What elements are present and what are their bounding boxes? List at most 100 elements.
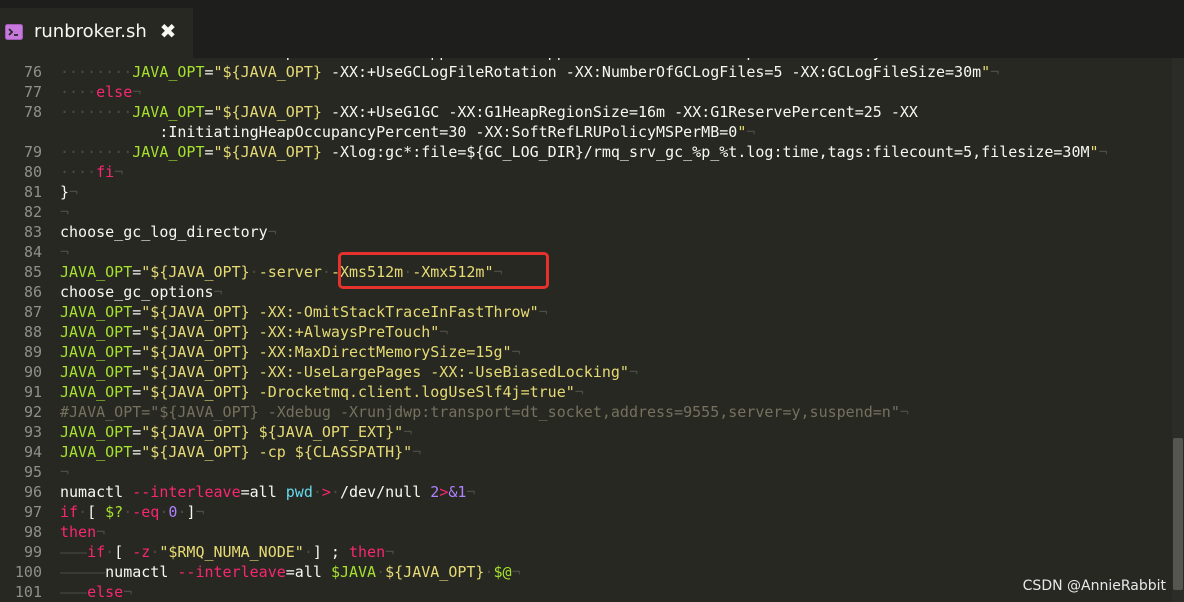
code-token: " (737, 123, 747, 141)
code-token: = (132, 383, 142, 401)
code-token: · (321, 263, 331, 281)
close-icon[interactable]: ✖ (158, 20, 178, 42)
code-token: · (150, 543, 160, 561)
code-text: ———if·[ -z·"$RMQ_NUMA_NODE"·] ; then¬ (60, 542, 394, 562)
code-token: "${JAVA_OPT} -XX:MaxDirectMemorySize=15g… (141, 343, 512, 361)
code-token: ¬ (899, 403, 909, 421)
line-number: 98 (23, 523, 42, 541)
code-token: "${JAVA_OPT} -XX:-OmitStackTraceInFastTh… (141, 303, 539, 321)
code-token: · (249, 263, 259, 281)
code-text: JAVA_OPT="${JAVA_OPT} ${JAVA_OPT_EXT}"¬ (60, 422, 412, 442)
scrollbar-thumb[interactable] (1173, 438, 1183, 590)
code-token: "${JAVA_OPT} (213, 63, 331, 81)
code-line: 87 JAVA_OPT="${JAVA_OPT} -XX:-OmitStackTr… (0, 302, 1172, 322)
code-token: · (78, 503, 88, 521)
code-token: ¬ (60, 463, 70, 481)
line-number: 78 (23, 103, 42, 121)
code-token: } (60, 183, 70, 201)
code-line: 86 choose_gc_options¬ (0, 282, 1172, 302)
code-token: "${JAVA_OPT} (213, 103, 331, 121)
code-token: ···· (60, 83, 97, 101)
code-token: · (330, 483, 340, 501)
code-token: "${JAVA_OPT} ${JAVA_OPT_EXT}" (141, 423, 404, 441)
code-text: ········JAVA_OPT="${JAVA_OPT} -XX:+UseG1… (60, 102, 918, 122)
code-line: 78 ········JAVA_OPT="${JAVA_OPT} -XX:+Use… (0, 102, 1172, 122)
line-number: 94 (23, 443, 42, 461)
code-token: " (1089, 143, 1099, 161)
tab-runbroker[interactable]: runbroker.sh ✖ (0, 8, 193, 58)
code-token: ¬ (511, 563, 521, 581)
code-token: ——— (60, 543, 88, 561)
code-token: ¬ (114, 163, 124, 181)
code-line: 95 ¬ (0, 462, 1172, 482)
code-text: choose_gc_options¬ (60, 282, 223, 302)
line-number: 91 (23, 383, 42, 401)
code-line: 99 ———if·[ -z·"$RMQ_NUMA_NODE"·] ; then¬ (0, 542, 1172, 562)
code-token: ¬ (538, 303, 548, 321)
code-token: = (204, 143, 214, 161)
code-token: choose_gc_options (60, 283, 214, 301)
code-token: = (132, 423, 142, 441)
code-token: "${JAVA_OPT} -XX:-UseLargePages -XX:-Use… (141, 363, 629, 381)
terminal-icon (5, 24, 23, 40)
code-token: 2 (430, 483, 440, 501)
code-token: ¬ (60, 203, 70, 221)
code-token: ¬ (990, 63, 1000, 81)
vertical-scrollbar[interactable] (1172, 58, 1184, 602)
code-line: 98 then¬ (0, 522, 1172, 542)
code-token: ···· (60, 58, 96, 61)
code-token: JAVA_OPT (132, 143, 205, 161)
code-token: ········ (60, 143, 133, 161)
code-text: —————numactl --interleave=all $JAVA·${JA… (60, 562, 521, 582)
code-token: numactl (105, 563, 178, 581)
code-text: numactl --interleave=all pwd·>·/dev/null… (60, 482, 475, 502)
code-token: = (132, 443, 142, 461)
code-token: ¬ (385, 543, 395, 561)
code-token: " (981, 63, 991, 81)
code-text: ····else¬ (60, 82, 141, 102)
code-text: then¬ (60, 522, 105, 542)
tab-bar: runbroker.sh ✖ (0, 0, 1184, 58)
code-token: ¬ (195, 503, 205, 521)
line-number: 101 (14, 583, 42, 601)
code-token: ¬ (466, 483, 476, 501)
code-line: 85 JAVA_OPT="${JAVA_OPT}·-server·-Xms512m… (0, 262, 1172, 282)
code-token: -server (258, 263, 322, 281)
code-token: else (87, 583, 124, 601)
code-text: ········JAVA_OPT="${JAVA_OPT} -XX:+UseGC… (60, 62, 999, 82)
code-text: JAVA_OPT="${JAVA_OPT} -XX:-UseLargePages… (60, 362, 638, 382)
code-line: 79 ········JAVA_OPT="${JAVA_OPT} -Xlog:gc… (0, 142, 1172, 162)
code-text: ········JAVA_OPT="${JAVA_OPT} -Xlog:gc*:… (60, 142, 1108, 162)
code-text: ¬ (60, 462, 69, 482)
line-number: 96 (23, 483, 42, 501)
code-text: :InitiatingHeapOccupancyPercent=30 -XX:S… (60, 122, 755, 142)
watermark: CSDN @AnnieRabbit (1022, 578, 1166, 594)
line-number: 92 (23, 403, 42, 421)
code-token: JAVA_OPT (60, 443, 133, 461)
line-number: 85 (23, 263, 42, 281)
code-line: 94 JAVA_OPT="${JAVA_OPT} -cp ${CLASSPATH}… (0, 442, 1172, 462)
code-token: > (321, 483, 331, 501)
code-token: ¬ (439, 323, 449, 341)
line-number: 95 (23, 463, 42, 481)
code-token: "${JAVA_OPT} (213, 143, 331, 161)
code-token: $? (105, 503, 124, 521)
code-token: = (132, 303, 142, 321)
code-line: 90 JAVA_OPT="${JAVA_OPT} -XX:-UseLargePag… (0, 362, 1172, 382)
line-number: 90 (23, 363, 42, 381)
code-text: ¬ (60, 242, 69, 262)
code-editor[interactable]: ·····-XX:+PrintGCDateStamps -XX:+PrintGC… (0, 58, 1172, 602)
code-token: else (96, 83, 133, 101)
line-number: 81 (23, 183, 42, 201)
code-token: $JAVA (330, 563, 377, 581)
code-token: = (132, 343, 142, 361)
code-token: "${JAVA_OPT} (141, 263, 250, 281)
code-token: ·-XX:+PrintGCDateStamps -XX:+PrintGCAppl… (96, 58, 882, 61)
code-line: 96 numactl --interleave=all pwd·>·/dev/nu… (0, 482, 1172, 502)
line-number: 77 (23, 83, 42, 101)
code-token: -Xlog:gc*:file=${GC_LOG_DIR}/rmq_srv_gc_… (330, 143, 1090, 161)
code-token: if (60, 503, 79, 521)
code-token: pwd (285, 483, 313, 501)
code-token: ¬ (60, 243, 70, 261)
code-token: = (204, 103, 214, 121)
